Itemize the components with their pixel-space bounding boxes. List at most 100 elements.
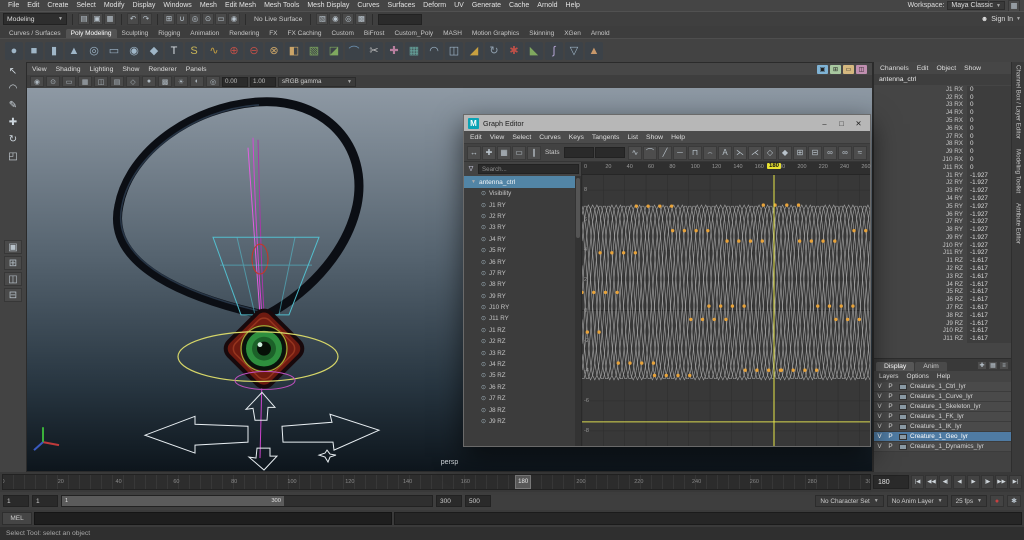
animation-end-field[interactable]: 500: [465, 495, 491, 507]
channel-value-field[interactable]: -1.927: [967, 226, 1011, 235]
channel-row[interactable]: J3 RY -1.927: [874, 187, 1011, 196]
channel-row[interactable]: J7 RX 0: [874, 133, 1011, 141]
graph-editor-menu-item[interactable]: Show: [646, 134, 663, 141]
layer-color-swatch[interactable]: [899, 383, 907, 390]
stats-time-field[interactable]: [563, 147, 594, 158]
viewport-mini-icon[interactable]: ▭: [843, 64, 854, 74]
shelf-tab[interactable]: Curves / Surfaces: [4, 29, 66, 38]
shelf-tool-icon[interactable]: ↻: [485, 41, 503, 60]
channel-box-menu-item[interactable]: Edit: [917, 65, 929, 72]
visibility-eye-icon[interactable]: ⊙: [481, 281, 486, 288]
shelf-tab[interactable]: FX Caching: [283, 29, 327, 38]
filter-icon[interactable]: ∇: [466, 165, 476, 173]
visibility-eye-icon[interactable]: ⊙: [481, 350, 486, 357]
outliner-attribute-item[interactable]: ⊙ J3 RZ: [464, 347, 575, 358]
window-control-button[interactable]: □: [834, 117, 849, 129]
visibility-eye-icon[interactable]: ⊙: [481, 190, 486, 197]
outliner-attribute-item[interactable]: ⊙ J8 RZ: [464, 404, 575, 415]
viewport-menu-item[interactable]: Panels: [186, 66, 207, 73]
status-icon[interactable]: ↷: [140, 13, 152, 25]
range-slider-bar[interactable]: 1 300: [62, 496, 284, 506]
visibility-eye-icon[interactable]: ⊙: [481, 236, 486, 243]
channel-row[interactable]: J5 RY -1.927: [874, 203, 1011, 211]
channel-value-field[interactable]: -1.927: [967, 187, 1011, 196]
layer-row[interactable]: V P Creature_1_IK_lyr: [874, 422, 1011, 432]
menu-item[interactable]: Edit Mesh: [221, 2, 260, 9]
channel-value-field[interactable]: -1.927: [967, 234, 1011, 242]
channel-value-field[interactable]: -1.617: [967, 312, 1011, 320]
command-language-button[interactable]: MEL: [2, 512, 32, 525]
status-icon[interactable]: ↶: [127, 13, 139, 25]
shelf-tool-icon[interactable]: ◉: [125, 41, 143, 60]
tool-button[interactable]: ↻: [3, 132, 23, 147]
channel-value-field[interactable]: 0: [967, 86, 1011, 94]
tool-button[interactable]: ↖: [3, 64, 23, 79]
shelf-tool-icon[interactable]: S: [185, 41, 203, 60]
viewport-toolbar-icon[interactable]: ⊙: [46, 76, 60, 87]
current-frame-flag[interactable]: 180: [766, 163, 782, 169]
menu-item[interactable]: File: [4, 2, 23, 9]
shelf-tool-icon[interactable]: ▮: [45, 41, 63, 60]
outliner-attribute-item[interactable]: ⊙ J7 RZ: [464, 393, 575, 404]
exposure-field[interactable]: 0.00: [222, 76, 248, 87]
shelf-tab[interactable]: XGen: [559, 29, 586, 38]
workspace-options-icon[interactable]: ▦: [1008, 0, 1020, 12]
layer-color-swatch[interactable]: [899, 433, 907, 440]
auto-key-icon[interactable]: ●: [990, 495, 1004, 507]
viewport-mini-icon[interactable]: ◫: [856, 64, 867, 74]
shelf-tool-icon[interactable]: ⊖: [245, 41, 263, 60]
outliner-root-item[interactable]: ▼ antenna_ctrl: [464, 176, 575, 188]
graph-editor-titlebar[interactable]: M Graph Editor – □ ✕: [464, 115, 870, 131]
shelf-tab[interactable]: FX: [264, 29, 282, 38]
layer-color-swatch[interactable]: [899, 423, 907, 430]
transport-button[interactable]: ▶▶: [995, 475, 1008, 489]
outliner-attribute-item[interactable]: ⊙ J11 RY: [464, 313, 575, 324]
layer-action-icon[interactable]: ✚: [977, 361, 987, 370]
visibility-eye-icon[interactable]: ⊙: [481, 202, 486, 209]
layout-shortcut-button[interactable]: ▣: [4, 240, 22, 254]
shelf-tool-icon[interactable]: ⊗: [265, 41, 283, 60]
fps-dropdown[interactable]: 25 fps ▼: [950, 495, 987, 507]
viewport-toolbar-icon[interactable]: ◉: [30, 76, 44, 87]
sidebar-tab[interactable]: Channel Box / Layer Editor: [1015, 65, 1022, 139]
character-set-dropdown[interactable]: No Character Set ▼: [815, 495, 884, 507]
menu-item[interactable]: Edit: [23, 2, 43, 9]
channel-value-field[interactable]: 0: [967, 148, 1011, 157]
transport-button[interactable]: ▶|: [1009, 475, 1022, 489]
time-ruler[interactable]: 0 20 40 60 80 100 120 140 160180 200 220 240 260: [582, 162, 871, 175]
menu-item[interactable]: Generate: [468, 2, 505, 9]
outliner-attribute-item[interactable]: ⊙ J8 RY: [464, 279, 575, 290]
layer-color-swatch[interactable]: [899, 443, 907, 450]
time-slider[interactable]: 0 20 40 60 80 100 120 140 160 180 200 220 240 260 280 3…: [2, 474, 871, 490]
tool-button[interactable]: ✎: [3, 98, 23, 113]
tangent-tool-icon[interactable]: A: [717, 145, 732, 160]
render-icon[interactable]: ◎: [342, 13, 355, 25]
graph-editor-tool-icon[interactable]: ∥: [527, 145, 541, 160]
channel-row[interactable]: J9 RX 0: [874, 148, 1011, 157]
shelf-tool-icon[interactable]: ◢: [465, 41, 483, 60]
layer-visibility-toggle[interactable]: V: [874, 413, 885, 420]
menu-item[interactable]: Help: [562, 2, 584, 9]
channel-row[interactable]: J6 RZ -1.617: [874, 296, 1011, 305]
visibility-eye-icon[interactable]: ⊙: [481, 418, 486, 425]
shelf-tool-icon[interactable]: ■: [25, 41, 43, 60]
menu-item[interactable]: Windows: [159, 2, 195, 9]
window-control-button[interactable]: ✕: [851, 117, 866, 129]
tangent-tool-icon[interactable]: ⊞: [792, 145, 807, 160]
animation-curves-plot[interactable]: [582, 175, 870, 446]
shelf-tab[interactable]: MASH: [438, 29, 467, 38]
channel-row[interactable]: J11 RZ -1.617: [874, 335, 1011, 344]
graph-editor-tool-icon[interactable]: ▭: [512, 145, 526, 160]
layer-row[interactable]: V P Creature_1_Skeleton_lyr: [874, 402, 1011, 412]
visibility-eye-icon[interactable]: ⊙: [481, 213, 486, 220]
menu-item[interactable]: Mesh: [196, 2, 221, 9]
anim-layer-dropdown[interactable]: No Anim Layer ▼: [886, 495, 948, 507]
graph-editor-tool-icon[interactable]: ▦: [497, 145, 511, 160]
channel-row[interactable]: J11 RY -1.927: [874, 250, 1011, 258]
menu-item[interactable]: Curves: [353, 2, 383, 9]
layer-editor-menu-item[interactable]: Options: [907, 373, 929, 380]
layer-visibility-toggle[interactable]: V: [874, 433, 885, 440]
layer-visibility-toggle[interactable]: V: [874, 383, 885, 390]
channel-row[interactable]: J4 RZ -1.617: [874, 281, 1011, 289]
sign-in-button[interactable]: ☻ Sign In ▼: [981, 16, 1021, 23]
